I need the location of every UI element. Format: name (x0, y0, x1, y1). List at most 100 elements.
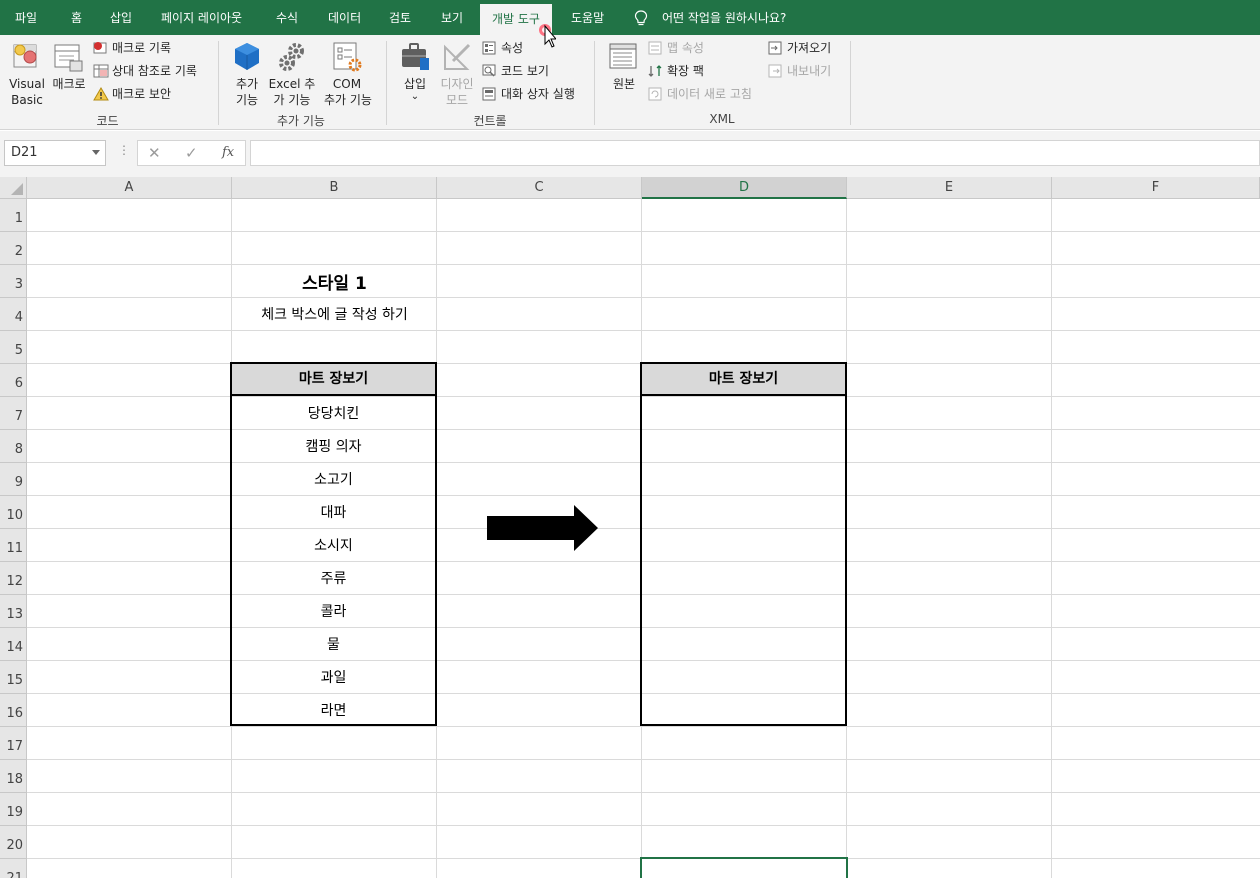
row-header-1[interactable]: 1 (0, 199, 27, 232)
chevron-down-icon[interactable] (92, 150, 100, 155)
insert-dropdown-chevron-icon[interactable]: ⌄ (398, 89, 432, 104)
gridline (27, 825, 1260, 826)
list-item[interactable]: 대파 (232, 497, 435, 530)
cancel-icon[interactable]: ✕ (148, 144, 161, 162)
map-properties-button[interactable]: 맵 속성 (667, 41, 704, 56)
tab-insert[interactable]: 삽입 (110, 0, 132, 35)
sheet-title[interactable]: 스타일 1 (232, 269, 437, 294)
row-header-21[interactable]: 21 (0, 859, 27, 878)
row-header-11[interactable]: 11 (0, 529, 27, 562)
properties-icon (482, 41, 496, 55)
properties-button[interactable]: 속성 (501, 41, 523, 56)
run-dialog-button[interactable]: 대화 상자 실행 (501, 87, 575, 102)
list-item[interactable]: 소고기 (232, 464, 435, 497)
column-header-a[interactable]: A (27, 177, 232, 199)
import-button[interactable]: 가져오기 (787, 41, 831, 56)
column-header-b[interactable]: B (232, 177, 437, 199)
list-item[interactable]: 물 (232, 629, 435, 662)
select-all-button[interactable] (0, 177, 27, 199)
column-header-e[interactable]: E (847, 177, 1052, 199)
column-header-d[interactable]: D (642, 177, 847, 199)
row-header-10[interactable]: 10 (0, 496, 27, 529)
row-header-20[interactable]: 20 (0, 826, 27, 859)
select-all-triangle-icon (11, 183, 23, 195)
gridline (27, 726, 1260, 727)
row-header-5[interactable]: 5 (0, 331, 27, 364)
name-box[interactable]: D21 (4, 140, 106, 166)
row-header-2[interactable]: 2 (0, 232, 27, 265)
com-add-ins-label-1[interactable]: COM (326, 77, 368, 92)
column-header-c[interactable]: C (437, 177, 642, 199)
row-header-7[interactable]: 7 (0, 397, 27, 430)
more-options-icon[interactable]: ⋮ (118, 143, 130, 157)
row-header-15[interactable]: 15 (0, 661, 27, 694)
row-header-18[interactable]: 18 (0, 760, 27, 793)
relative-reference-icon (93, 64, 109, 78)
list-item[interactable]: 캠핑 의자 (232, 431, 435, 464)
relative-reference-button[interactable]: 상대 참조로 기록 (112, 64, 197, 79)
row-header-16[interactable]: 16 (0, 694, 27, 727)
export-button[interactable]: 내보내기 (787, 64, 831, 79)
row-header-19[interactable]: 19 (0, 793, 27, 826)
design-mode-label-2[interactable]: 모드 (436, 93, 478, 108)
tab-page-layout[interactable]: 페이지 레이아웃 (161, 0, 242, 35)
refresh-data-button[interactable]: 데이터 새로 고침 (667, 87, 752, 102)
add-ins-label-1[interactable]: 추가 (230, 77, 264, 92)
tab-data[interactable]: 데이터 (328, 0, 361, 35)
import-icon (768, 41, 782, 55)
macros-button[interactable]: 매크로 (50, 77, 88, 92)
row-header-6[interactable]: 6 (0, 364, 27, 397)
excel-add-ins-label-1[interactable]: Excel 추 (268, 77, 316, 92)
row-header-17[interactable]: 17 (0, 727, 27, 760)
tab-view[interactable]: 보기 (441, 0, 463, 35)
list-item[interactable]: 당당치킨 (232, 398, 435, 431)
group-separator (218, 41, 219, 125)
row-header-12[interactable]: 12 (0, 562, 27, 595)
visual-basic-icon (13, 44, 37, 68)
expansion-packs-button[interactable]: 확장 팩 (667, 64, 704, 79)
tab-file[interactable]: 파일 (15, 0, 37, 35)
tell-me-search[interactable]: 어떤 작업을 원하시나요? (662, 0, 786, 35)
design-mode-label-1[interactable]: 디자인 (436, 77, 478, 92)
tab-home[interactable]: 홈 (71, 0, 82, 35)
row-header-8[interactable]: 8 (0, 430, 27, 463)
right-arrow-shape[interactable] (486, 504, 599, 552)
row-header-14[interactable]: 14 (0, 628, 27, 661)
add-ins-label-2[interactable]: 기능 (230, 93, 264, 108)
view-code-button[interactable]: 코드 보기 (501, 64, 549, 79)
sheet-subtitle[interactable]: 체크 박스에 글 작성 하기 (232, 304, 437, 324)
row-header-4[interactable]: 4 (0, 298, 27, 331)
visual-basic-label-1[interactable]: Visual (8, 77, 46, 92)
visual-basic-label-2[interactable]: Basic (8, 93, 46, 108)
gridline (27, 330, 1260, 331)
group-label-xml: XML (709, 112, 735, 126)
enter-icon[interactable]: ✓ (185, 144, 198, 162)
row-header-13[interactable]: 13 (0, 595, 27, 628)
gear-icon (279, 43, 304, 71)
list-item[interactable]: 콜라 (232, 596, 435, 629)
row-header-3[interactable]: 3 (0, 265, 27, 298)
group-label-add-ins: 추가 기능 (277, 114, 325, 128)
table-header[interactable]: 마트 장보기 (232, 364, 435, 396)
record-macro-button[interactable]: 매크로 기록 (112, 41, 171, 56)
list-item[interactable]: 주류 (232, 563, 435, 596)
group-label-code: 코드 (96, 114, 119, 128)
tab-help[interactable]: 도움말 (571, 0, 604, 35)
column-header-f[interactable]: F (1052, 177, 1260, 199)
com-add-ins-label-2[interactable]: 추가 기능 (320, 93, 376, 108)
list-item[interactable]: 라면 (232, 695, 435, 728)
xml-source-button[interactable]: 원본 (606, 77, 642, 92)
list-item[interactable]: 소시지 (232, 530, 435, 563)
gridline (27, 759, 1260, 760)
excel-add-ins-label-2[interactable]: 가 기능 (268, 93, 316, 108)
row-header-9[interactable]: 9 (0, 463, 27, 496)
table-header[interactable]: 마트 장보기 (642, 364, 845, 396)
tab-review[interactable]: 검토 (389, 0, 411, 35)
formula-input[interactable] (250, 140, 1260, 166)
macro-security-button[interactable]: 매크로 보안 (112, 87, 171, 102)
active-cell-d21[interactable] (640, 857, 848, 878)
list-item[interactable]: 과일 (232, 662, 435, 695)
insert-function-icon[interactable]: fx (222, 145, 234, 160)
map-properties-icon (648, 41, 662, 55)
tab-formulas[interactable]: 수식 (276, 0, 298, 35)
